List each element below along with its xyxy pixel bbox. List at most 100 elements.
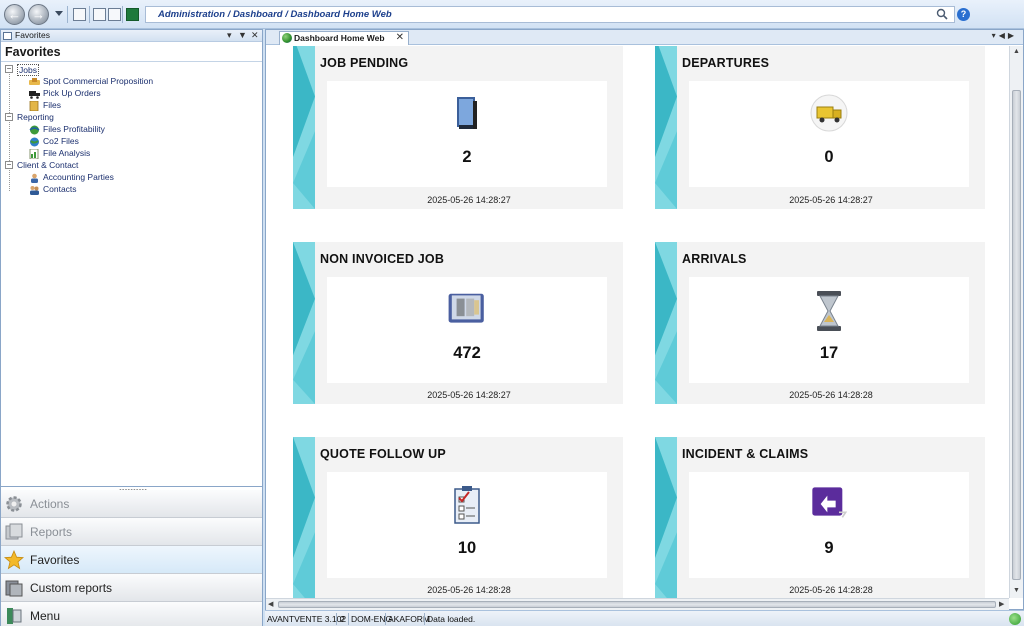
card-timestamp: 2025-05-26 14:28:28 bbox=[789, 390, 873, 400]
vertical-scrollbar[interactable]: ▲ ▼ bbox=[1009, 46, 1023, 598]
breadcrumb: Administration / Dashboard / Dashboard H… bbox=[158, 9, 392, 20]
favorites-panel: Favorites ▾ ▼ ✕ Favorites − Jobs Spot Co… bbox=[0, 29, 263, 626]
card-stripe bbox=[293, 437, 315, 598]
card-title: ARRIVALS bbox=[682, 252, 747, 266]
expander-icon[interactable]: − bbox=[5, 161, 13, 169]
tree-group-reporting[interactable]: Reporting bbox=[17, 112, 54, 122]
layout-vertical-icon[interactable] bbox=[108, 8, 121, 21]
card-stripe bbox=[655, 437, 677, 598]
status-separator bbox=[385, 613, 386, 625]
status-code: 2 bbox=[340, 614, 345, 624]
card-count: 2 bbox=[462, 148, 472, 166]
vertical-scroll-thumb[interactable] bbox=[1012, 90, 1021, 580]
help-icon[interactable]: ? bbox=[957, 8, 970, 21]
card-panel: 10 bbox=[327, 472, 607, 578]
toolbar-separator bbox=[67, 6, 68, 23]
search-icon[interactable] bbox=[936, 8, 948, 20]
address-bar[interactable]: Administration / Dashboard / Dashboard H… bbox=[145, 6, 955, 23]
close-panel-icon[interactable]: ✕ bbox=[251, 30, 259, 41]
card-title: INCIDENT & CLAIMS bbox=[682, 447, 809, 461]
dashboard-card[interactable]: INCIDENT & CLAIMS 9 2025-05-26 14:28:28 bbox=[655, 437, 985, 598]
tab-dashboard-home-web[interactable]: Dashboard Home Web ✕ bbox=[279, 31, 409, 45]
status-separator bbox=[348, 613, 349, 625]
card-title: QUOTE FOLLOW UP bbox=[320, 447, 446, 461]
nav-section-favorites[interactable]: Favorites bbox=[1, 546, 262, 574]
toolbar: ← → Administration / Dashboard / Dashboa… bbox=[0, 0, 1024, 29]
gear-icon bbox=[6, 496, 22, 512]
contacts-icon bbox=[30, 186, 39, 195]
checklist-icon bbox=[447, 484, 487, 524]
hourglass-icon bbox=[809, 289, 849, 331]
scroll-down-icon[interactable]: ▼ bbox=[1013, 587, 1020, 594]
card-panel: 2 bbox=[327, 81, 607, 187]
dashboard-card[interactable]: DEPARTURES 0 2025-05-26 14:28:27 bbox=[655, 46, 985, 209]
scroll-up-icon[interactable]: ▲ bbox=[1013, 48, 1020, 55]
card-stripe bbox=[293, 242, 315, 404]
status-separator bbox=[336, 613, 337, 625]
status-bar: AVANTVENTE 3.102 2 DOM-ENG AKAFORM Data … bbox=[265, 610, 1024, 626]
card-stripe bbox=[655, 46, 677, 209]
back-button[interactable]: ← bbox=[4, 4, 25, 25]
card-panel: 9 bbox=[689, 472, 969, 578]
nav-section-reports[interactable]: Reports bbox=[1, 518, 262, 546]
card-count: 0 bbox=[824, 148, 834, 166]
navigation-sections: Actions Reports Favorites Custom reports… bbox=[1, 490, 262, 626]
panel-header: Favorites ▾ ▼ ✕ bbox=[1, 30, 262, 42]
truck-icon bbox=[809, 93, 849, 133]
custom-reports-icon bbox=[5, 580, 23, 597]
dashboard-card[interactable]: NON INVOICED JOB 472 2025-05-26 14:28:27 bbox=[293, 242, 623, 404]
tab-strip: Dashboard Home Web ✕ ▾◀▶ bbox=[266, 30, 1023, 45]
pin-icon[interactable]: ▼ bbox=[238, 30, 247, 40]
scroll-right-icon[interactable]: ▶ bbox=[999, 600, 1004, 608]
scroll-left-icon[interactable]: ◀ bbox=[268, 600, 273, 608]
handshake-icon bbox=[29, 78, 40, 85]
forward-button[interactable]: → bbox=[28, 4, 49, 25]
card-panel: 17 bbox=[689, 277, 969, 383]
globe-icon bbox=[29, 125, 40, 135]
expander-icon[interactable]: − bbox=[5, 113, 13, 121]
star-icon bbox=[4, 550, 24, 570]
favorites-tree: − Jobs Spot Commercial Proposition Pick … bbox=[1, 63, 262, 487]
status-app-version: AVANTVENTE 3.102 bbox=[267, 614, 347, 624]
tree-group-client-contact[interactable]: Client & Contact bbox=[17, 160, 78, 170]
book-icon bbox=[447, 93, 487, 133]
dashboard-card[interactable]: ARRIVALS 17 2025-05-26 14:28:28 bbox=[655, 242, 985, 404]
menu-icon bbox=[7, 608, 22, 624]
nav-section-actions[interactable]: Actions bbox=[1, 490, 262, 518]
report-icon bbox=[29, 149, 39, 159]
tab-nav-arrows[interactable]: ▾◀▶ bbox=[992, 31, 1017, 40]
horizontal-scrollbar[interactable]: ◀ ▶ bbox=[266, 598, 1009, 610]
dashboard-card[interactable]: QUOTE FOLLOW UP 10 2025-05-26 14:28:28 bbox=[293, 437, 623, 598]
truck-icon bbox=[29, 91, 40, 99]
return-arrow-icon bbox=[809, 484, 849, 524]
card-panel: 472 bbox=[327, 277, 607, 383]
card-title: DEPARTURES bbox=[682, 56, 770, 70]
tree-group-jobs[interactable]: Jobs bbox=[17, 64, 39, 76]
card-count: 9 bbox=[824, 539, 834, 557]
nav-section-custom-reports[interactable]: Custom reports bbox=[1, 574, 262, 602]
dashboard-card[interactable]: JOB PENDING 2 2025-05-26 14:28:27 bbox=[293, 46, 623, 209]
close-tab-icon[interactable]: ✕ bbox=[396, 32, 404, 43]
card-count: 10 bbox=[457, 539, 477, 557]
nav-section-menu[interactable]: Menu bbox=[1, 602, 262, 626]
panel-dropdown-icon[interactable]: ▾ bbox=[227, 30, 232, 41]
horizontal-scroll-thumb[interactable] bbox=[278, 601, 996, 608]
excel-icon[interactable] bbox=[126, 8, 139, 21]
card-timestamp: 2025-05-26 14:28:28 bbox=[789, 585, 873, 595]
person-icon bbox=[31, 173, 38, 183]
card-timestamp: 2025-05-26 14:28:27 bbox=[789, 195, 873, 205]
status-separator bbox=[424, 613, 425, 625]
card-title: JOB PENDING bbox=[320, 56, 409, 70]
expander-icon[interactable]: − bbox=[5, 65, 13, 73]
reports-icon bbox=[5, 523, 23, 540]
panel-title: Favorites bbox=[1, 42, 262, 62]
card-timestamp: 2025-05-26 14:28:28 bbox=[427, 585, 511, 595]
toolbar-separator bbox=[89, 6, 90, 23]
layout-horizontal-icon[interactable] bbox=[93, 8, 106, 21]
card-count: 472 bbox=[453, 344, 481, 362]
save-icon[interactable] bbox=[73, 8, 86, 21]
documents-icon bbox=[447, 289, 487, 329]
history-dropdown-icon[interactable] bbox=[55, 11, 63, 16]
tree-line bbox=[9, 71, 10, 191]
card-panel: 0 bbox=[689, 81, 969, 187]
